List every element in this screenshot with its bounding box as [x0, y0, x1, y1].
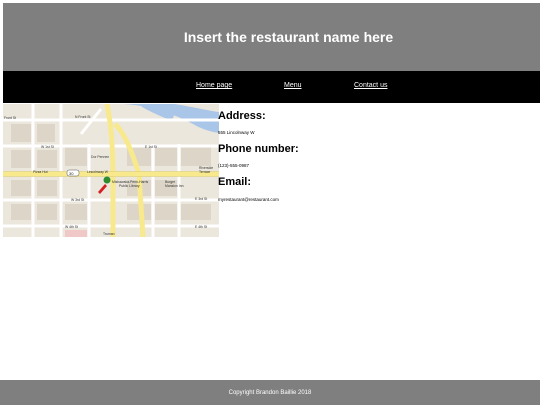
map-label: Dor Pennen: [91, 155, 109, 159]
map-label: N Front St: [75, 115, 91, 119]
map-label: Pizza Hut: [33, 170, 48, 174]
route-shield-label: 30: [69, 171, 74, 176]
map-label: E 3rd St: [195, 197, 207, 201]
phone-value: (123)-555-0987: [218, 163, 250, 168]
location-map[interactable]: Front St N Front St W 1st St E 1st St Do…: [3, 104, 219, 237]
map-label: W 4th St: [65, 225, 78, 229]
address-heading: Address:: [218, 110, 266, 122]
copyright-text: Copyright Brandon Baillie 2018: [228, 389, 312, 396]
map-label: Public Library: [119, 184, 140, 188]
map-label: Truman: [103, 232, 115, 236]
nav-home-link[interactable]: Home page: [196, 82, 232, 89]
contact-info: Address: 555 Lincolnway W Phone number: …: [218, 110, 518, 202]
map-graphic: Front St N Front St W 1st St E 1st St Do…: [3, 104, 219, 237]
map-label: Lincolnway W: [87, 170, 109, 174]
phone-heading: Phone number:: [218, 143, 299, 155]
map-label: W 3rd St: [71, 198, 84, 202]
email-heading: Email:: [218, 176, 252, 188]
nav-contact-link[interactable]: Contact us: [354, 82, 387, 89]
footer: Copyright Brandon Baillie 2018: [0, 380, 540, 405]
page-title: Insert the restaurant name here: [183, 29, 394, 45]
map-label: W 1st St: [41, 145, 54, 149]
map-label: Terrace: [199, 170, 210, 174]
map-label: Mansion Inn: [165, 184, 184, 188]
email-value: myrestaurant@restaurant.com: [218, 197, 279, 202]
header: Insert the restaurant name here: [3, 3, 540, 71]
map-label: Front St: [4, 116, 16, 120]
map-label: E 4th St: [195, 225, 207, 229]
nav-bar: Home page Menu Contact us: [3, 71, 540, 103]
location-marker-icon: [103, 176, 111, 184]
address-value: 555 Lincolnway W: [218, 130, 255, 135]
map-label: E 1st St: [145, 145, 157, 149]
nav-menu-link[interactable]: Menu: [284, 82, 302, 89]
